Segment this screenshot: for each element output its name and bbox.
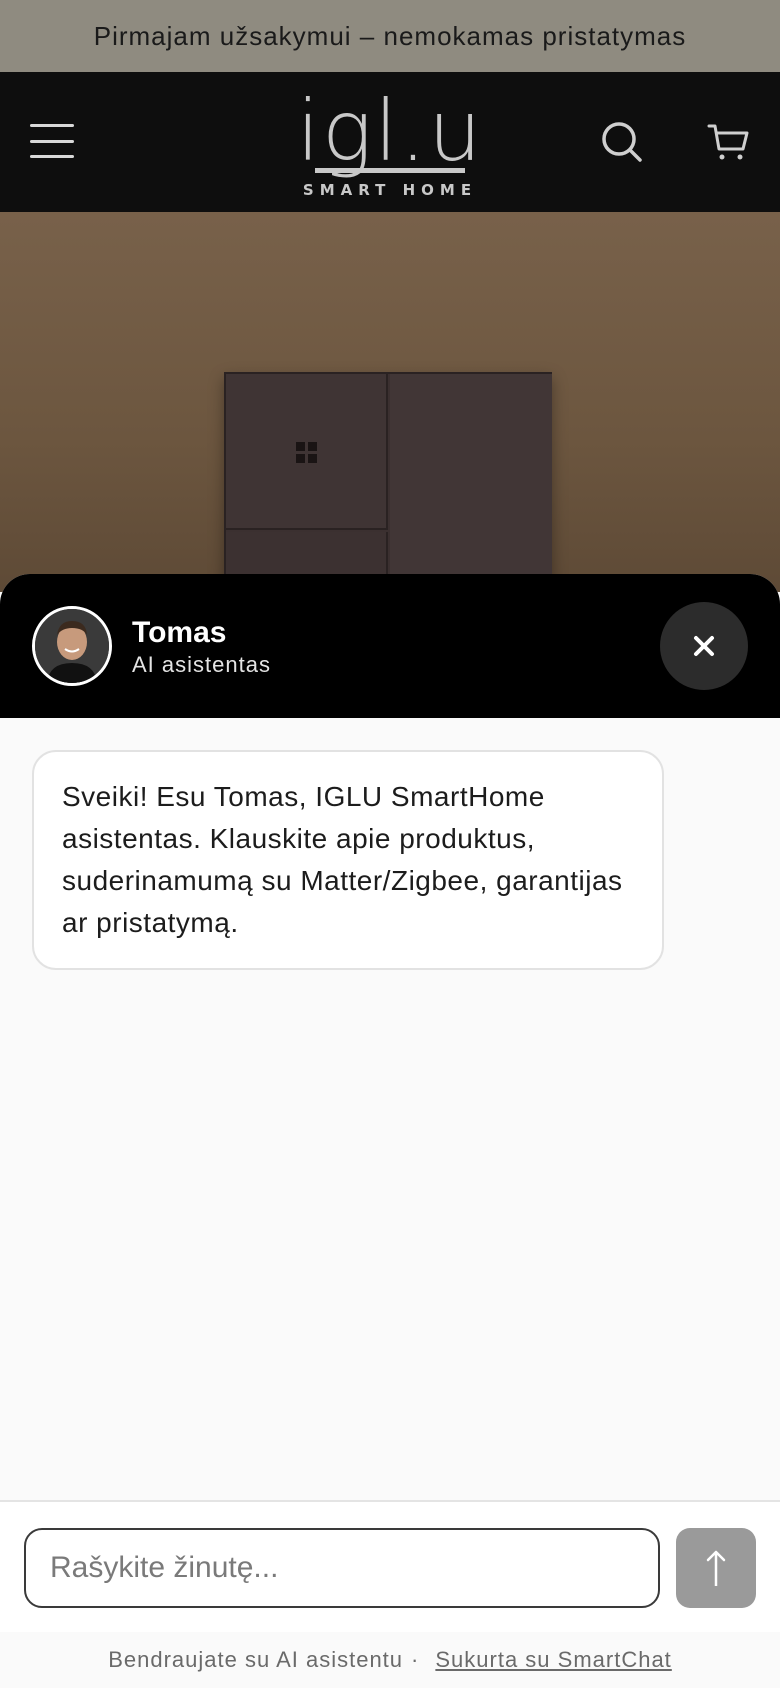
agent-role: AI asistentas	[132, 652, 271, 677]
search-icon	[602, 122, 642, 162]
announcement-bar: Pirmajam užsakymui – nemokamas pristatym…	[0, 0, 780, 72]
cart-button[interactable]	[706, 120, 750, 164]
hero-image	[0, 212, 780, 592]
search-button[interactable]	[600, 120, 644, 164]
logo-word: igl.u	[296, 82, 484, 180]
agent-message: Sveiki! Esu Tomas, IGLU SmartHome asiste…	[32, 750, 664, 970]
site-header: igl.u SMART HOME	[0, 72, 780, 212]
grid-icon	[296, 442, 317, 463]
close-chat-button[interactable]	[660, 602, 748, 690]
agent-name: Tomas	[132, 616, 227, 649]
footer-separator: ·	[411, 1647, 420, 1672]
arrow-up-icon	[706, 1550, 726, 1586]
avatar	[32, 606, 112, 686]
send-button[interactable]	[676, 1528, 756, 1608]
site-logo[interactable]: igl.u SMART HOME	[290, 82, 490, 199]
footer-text: Bendraujate su AI asistentu	[108, 1647, 404, 1672]
close-icon	[694, 636, 714, 656]
smartchat-link[interactable]: Sukurta su SmartChat	[435, 1647, 671, 1673]
message-input[interactable]	[24, 1528, 660, 1608]
chat-header: Tomas AI asistentas	[0, 574, 780, 718]
smart-switch-image	[224, 372, 552, 592]
logo-tagline: SMART HOME	[302, 181, 478, 199]
cart-icon	[707, 124, 749, 160]
agent-avatar-icon	[35, 609, 109, 683]
hamburger-icon	[30, 124, 74, 127]
chat-footer: Bendraujate su AI asistentu · Sukurta su…	[0, 1632, 780, 1688]
menu-button[interactable]	[30, 124, 74, 158]
announcement-text: Pirmajam užsakymui – nemokamas pristatym…	[93, 20, 687, 51]
message-composer	[0, 1500, 780, 1632]
chat-panel: Tomas AI asistentas Sveiki! Esu Tomas, I…	[0, 574, 780, 1688]
